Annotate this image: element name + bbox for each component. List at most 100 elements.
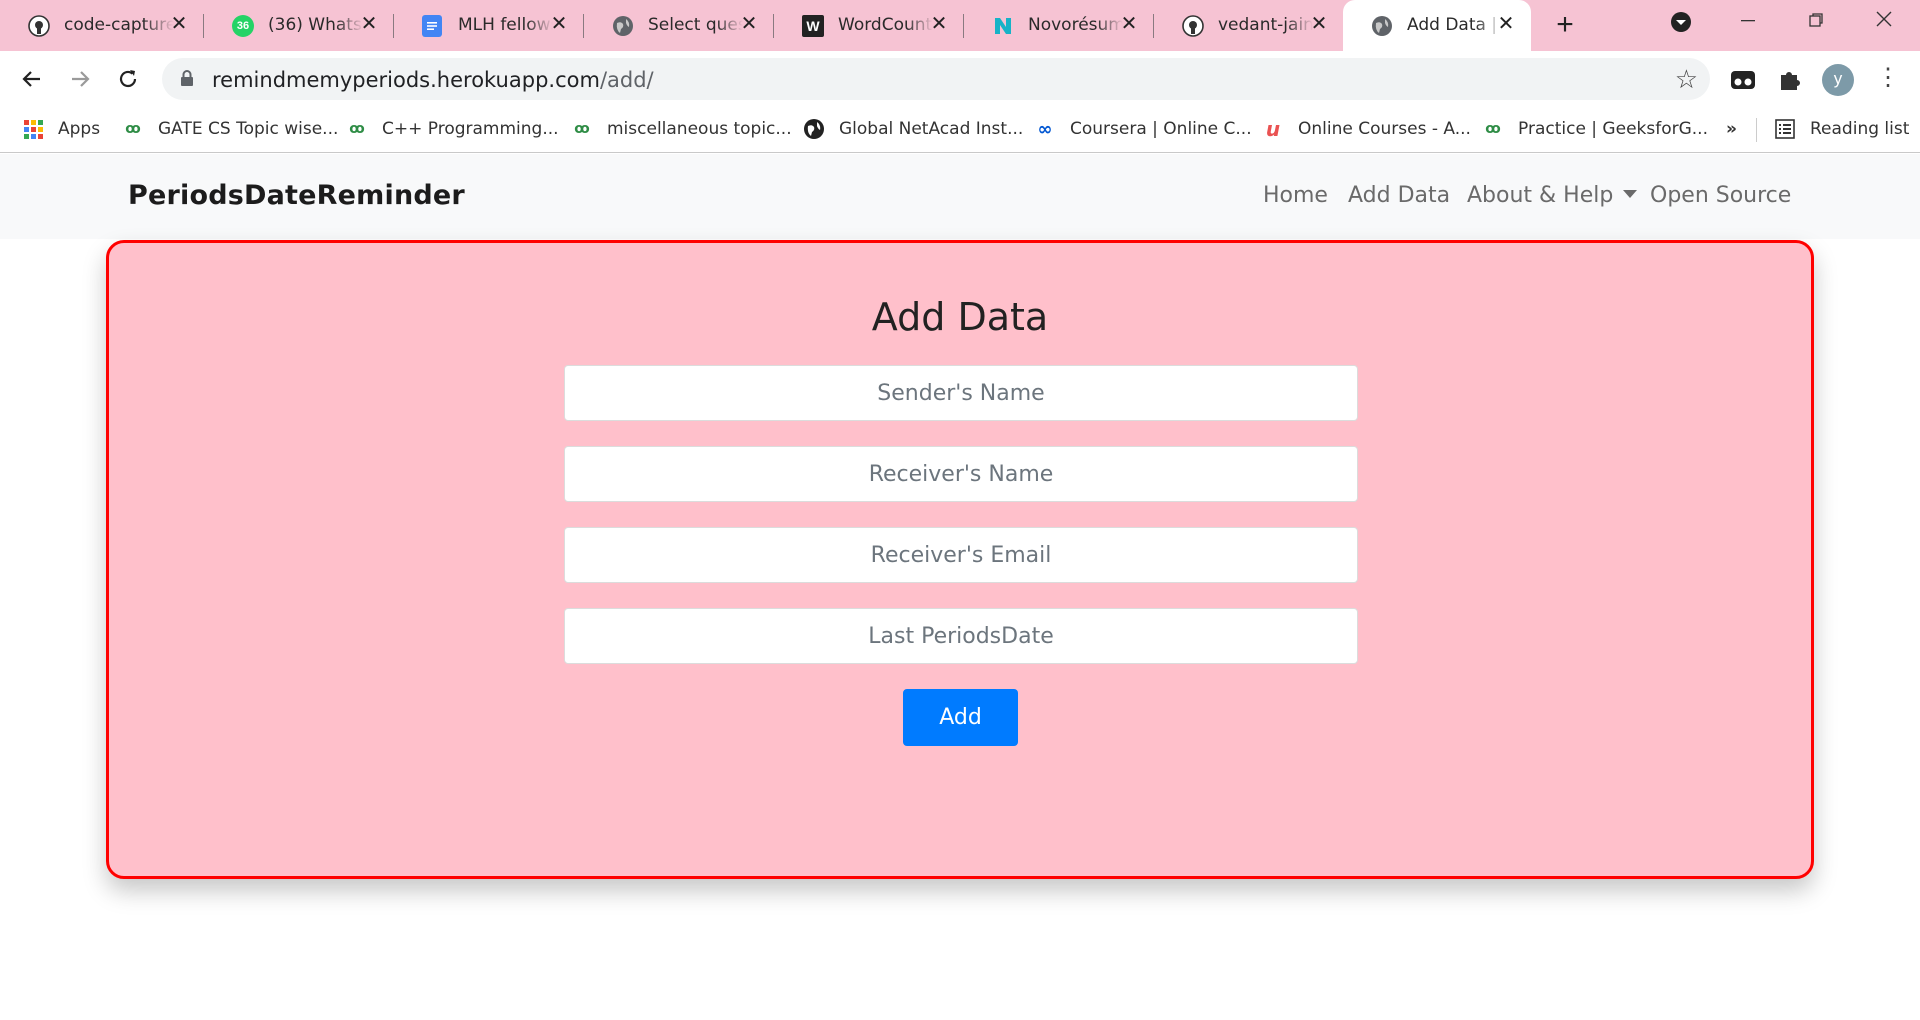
last-periods-date-input[interactable] — [564, 608, 1358, 664]
close-tab-icon[interactable]: ✕ — [358, 12, 380, 36]
url-host: remindmemyperiods.herokuapp.com — [212, 68, 600, 92]
tab-whatsapp[interactable]: 36 (36) WhatsApp ✕ — [204, 0, 394, 51]
reading-list-icon — [1774, 118, 1796, 140]
minimize-icon — [1741, 20, 1755, 22]
bookmark-label: Apps — [58, 119, 101, 139]
nav-link-add-data[interactable]: Add Data — [1348, 183, 1450, 208]
tab-title: MLH fellowship — [458, 15, 553, 35]
site-brand[interactable]: PeriodsDateReminder — [128, 180, 465, 211]
whatsapp-icon: 36 — [232, 15, 254, 37]
back-arrow-icon — [22, 71, 40, 87]
globe-icon — [803, 118, 825, 140]
extension-icon[interactable] — [1728, 65, 1758, 95]
receiver-email-input[interactable] — [564, 527, 1358, 583]
bookmark-miscellaneous[interactable]: ꝏ miscellaneous topic... — [571, 116, 792, 142]
tab-title: vedant-jain — [1218, 15, 1313, 35]
geeksforgeeks-icon: ꝏ — [125, 121, 141, 137]
tab-novoresume[interactable]: Novorésumé ✕ — [964, 0, 1154, 51]
page-title: Add Data — [871, 295, 1049, 339]
github-icon — [28, 15, 50, 37]
close-window-icon — [1876, 11, 1892, 27]
tab-mlh-fellowship[interactable]: MLH fellowship ✕ — [394, 0, 584, 51]
bookmark-star-icon[interactable]: ☆ — [1675, 64, 1698, 94]
bookmark-label: Global NetAcad Inst... — [839, 119, 1024, 139]
tab-code-capture[interactable]: code-capture ✕ — [0, 0, 204, 51]
add-button[interactable]: Add — [903, 689, 1018, 746]
tab-search-button[interactable] — [1653, 0, 1709, 44]
bookmark-label: C++ Programming... — [382, 119, 559, 139]
address-bar[interactable]: remindmemyperiods.herokuapp.com/add/ ☆ — [162, 58, 1710, 100]
globe-icon — [612, 15, 634, 37]
bookmarks-divider — [1756, 118, 1757, 142]
nav-dropdown-label: About & Help — [1467, 183, 1614, 208]
browser-menu-icon[interactable]: ⋮ — [1876, 65, 1900, 91]
bookmark-label: Coursera | Online C... — [1070, 119, 1252, 139]
bookmark-label: GATE CS Topic wise... — [158, 119, 339, 139]
bookmark-label: miscellaneous topic... — [607, 119, 792, 139]
nav-link-home[interactable]: Home — [1263, 183, 1328, 208]
site-navbar: PeriodsDateReminder Home Add Data About … — [0, 154, 1920, 239]
tab-title: Select questions — [648, 15, 743, 35]
reload-icon — [119, 70, 137, 88]
bookmark-cpp-programming[interactable]: ꝏ C++ Programming... — [346, 116, 559, 142]
sender-name-input[interactable] — [564, 365, 1358, 421]
globe-icon — [1371, 15, 1393, 37]
tab-title: WordCounter — [838, 15, 933, 35]
apps-grid-icon — [22, 118, 44, 140]
receiver-name-input[interactable] — [564, 446, 1358, 502]
reading-list-label: Reading list — [1810, 119, 1910, 139]
close-tab-icon[interactable]: ✕ — [168, 12, 190, 36]
tab-wordcounter[interactable]: W WordCounter ✕ — [774, 0, 964, 51]
profile-avatar[interactable]: y — [1822, 64, 1854, 96]
tab-vedant-jain[interactable]: vedant-jain ✕ — [1154, 0, 1344, 51]
close-tab-icon[interactable]: ✕ — [548, 12, 570, 36]
new-tab-button[interactable]: + — [1548, 8, 1582, 42]
bookmarks-overflow-button[interactable]: » — [1726, 116, 1737, 142]
bookmark-label: Practice | GeeksforG... — [1518, 119, 1708, 139]
bookmark-label: Online Courses - A... — [1298, 119, 1471, 139]
bookmark-gate-cs[interactable]: ꝏ GATE CS Topic wise... — [122, 116, 338, 142]
tab-search-icon — [1671, 12, 1691, 32]
url-text: remindmemyperiods.herokuapp.com/add/ — [212, 68, 654, 92]
google-docs-icon — [422, 15, 442, 37]
caret-down-icon — [1623, 190, 1638, 198]
close-tab-icon[interactable]: ✕ — [1118, 12, 1140, 36]
bookmark-udemy[interactable]: u Online Courses - A... — [1262, 116, 1471, 142]
bookmarks-bar: Apps ꝏ GATE CS Topic wise... ꝏ C++ Progr… — [0, 106, 1920, 153]
tab-title: Novorésumé — [1028, 15, 1123, 35]
browser-toolbar: remindmemyperiods.herokuapp.com/add/ ☆ y… — [0, 51, 1920, 106]
restore-button[interactable] — [1788, 0, 1844, 44]
tab-select-questions[interactable]: Select questions ✕ — [584, 0, 774, 51]
wordcounter-icon: W — [802, 15, 824, 37]
tab-title: Add Data | PeriodsDateReminder — [1407, 15, 1502, 35]
tab-title: code-capture — [64, 15, 174, 35]
geeksforgeeks-icon: ꝏ — [1485, 121, 1501, 137]
github-icon — [1182, 15, 1204, 37]
geeksforgeeks-icon: ꝏ — [349, 121, 365, 137]
bookmark-practice-gfg[interactable]: ꝏ Practice | GeeksforG... — [1482, 116, 1708, 142]
nav-link-open-source[interactable]: Open Source — [1650, 183, 1791, 208]
add-data-card: Add Data Add — [106, 240, 1814, 879]
reload-button[interactable] — [110, 61, 146, 97]
back-button[interactable] — [14, 61, 50, 97]
tab-add-data-active[interactable]: Add Data | PeriodsDateReminder ✕ — [1343, 0, 1531, 51]
bookmark-apps[interactable]: Apps — [22, 116, 100, 142]
tab-title: (36) WhatsApp — [268, 15, 363, 35]
forward-button[interactable] — [62, 61, 98, 97]
close-tab-icon[interactable]: ✕ — [928, 12, 950, 36]
close-window-button[interactable] — [1856, 0, 1912, 44]
coursera-icon: ∞ — [1037, 118, 1053, 140]
url-path: /add/ — [599, 68, 654, 92]
minimize-button[interactable] — [1720, 0, 1776, 44]
close-tab-icon[interactable]: ✕ — [1308, 12, 1330, 36]
close-tab-icon[interactable]: ✕ — [1495, 12, 1517, 36]
udemy-icon: u — [1265, 117, 1281, 141]
close-tab-icon[interactable]: ✕ — [738, 12, 760, 36]
nav-dropdown-about-help[interactable]: About & Help — [1467, 183, 1638, 208]
bookmark-netacad[interactable]: Global NetAcad Inst... — [803, 116, 1023, 142]
restore-icon — [1809, 13, 1823, 27]
novoresume-icon — [992, 15, 1014, 37]
reading-list-button[interactable]: Reading list — [1774, 116, 1909, 142]
bookmark-coursera[interactable]: ∞ Coursera | Online C... — [1034, 116, 1252, 142]
puzzle-extensions-icon[interactable] — [1775, 65, 1805, 95]
